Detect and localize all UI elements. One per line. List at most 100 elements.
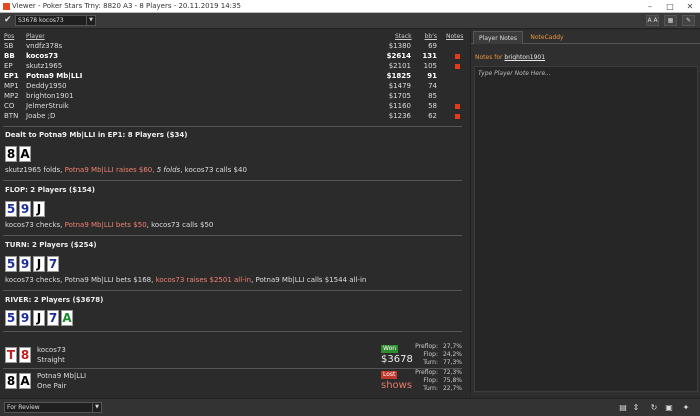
chevron-down-icon[interactable]: ▼ [86, 16, 95, 25]
divider [3, 235, 462, 236]
row-bbs: 62 [428, 112, 437, 120]
page-icon[interactable]: ▤ [617, 402, 629, 413]
divider [3, 331, 462, 332]
playing-card: 9 [19, 310, 31, 326]
header-notes[interactable]: Notes [446, 32, 463, 41]
twitter-icon[interactable]: ✦ [680, 402, 692, 413]
playing-card: J [33, 201, 45, 217]
result-badge: Won [381, 345, 399, 353]
title-bar: Viewer - Poker Stars Trny: 8820 A3 - 8 P… [0, 0, 700, 13]
equity-value: 72,3% [442, 369, 462, 376]
row-bbs: 69 [428, 42, 437, 50]
equity-value: 27,7% [442, 343, 462, 350]
minimize-button[interactable]: – [640, 0, 660, 13]
row-bbs: 74 [428, 82, 437, 90]
notes-for-label: Notes for brighton1901 [475, 54, 545, 61]
equity-label: Turn: [423, 359, 438, 366]
font-size-button[interactable]: A A [646, 15, 659, 26]
row-pos: CO [4, 102, 15, 110]
row-player[interactable]: JelmerStruik [26, 102, 69, 111]
divider [3, 290, 462, 291]
equity-label: Turn: [423, 385, 438, 392]
tab-notecaddy[interactable]: NoteCaddy [525, 31, 569, 44]
close-button[interactable]: ✕ [680, 0, 700, 13]
row-stack: $1705 [388, 92, 411, 100]
showdown-row: 8 A Potna9 Mb|LLI One Pair Lost shows Preflop:… [0, 369, 466, 394]
equity-label: Flop: [423, 377, 438, 384]
action-text: , kocos73 calls $50 [146, 221, 214, 229]
header-pos[interactable]: Pos [4, 32, 14, 41]
row-stack: $1825 [386, 72, 411, 80]
action-text: , Potna9 Mb|LLI calls $1544 all-in [251, 276, 367, 284]
note-flag-icon[interactable] [455, 54, 460, 59]
playing-card: J [33, 256, 45, 272]
player-note-input[interactable]: Type Player Note Here... [474, 66, 698, 392]
row-pos: BB [4, 52, 15, 60]
row-player[interactable]: Joabe ;D [26, 112, 55, 121]
row-pos: EP [4, 62, 13, 70]
playing-card: 9 [19, 256, 31, 272]
river-title: RIVER: 2 Players ($3678) [5, 296, 104, 304]
equity-label: Preflop: [415, 369, 438, 376]
row-player[interactable]: Deddy1950 [26, 82, 67, 91]
divider [3, 180, 462, 181]
grid-view-button[interactable]: ▦ [664, 15, 677, 26]
note-flag-icon[interactable] [455, 104, 460, 109]
equity-value: 24,2% [442, 351, 462, 358]
playing-card: A [61, 310, 73, 326]
review-select-value: For Review [7, 404, 40, 411]
action-text: skutz1965 folds, [5, 166, 65, 174]
action-text: 5 folds [156, 166, 181, 174]
row-stack: $1236 [388, 112, 411, 120]
tab-player-notes[interactable]: Player Notes [473, 31, 523, 44]
player-select[interactable]: S3678 kocos73 ▼ [15, 15, 96, 26]
header-bbs[interactable]: bb's [420, 32, 437, 41]
review-select[interactable]: For Review ▼ [4, 402, 102, 413]
row-player[interactable]: Potna9 Mb|LLI [26, 72, 82, 81]
refresh-icon[interactable]: ↻ [648, 402, 660, 413]
chevron-down-icon[interactable]: ▼ [92, 403, 101, 412]
edit-button[interactable]: ✎ [682, 15, 695, 26]
row-pos: BTN [4, 112, 19, 120]
note-flag-icon[interactable] [455, 64, 460, 69]
row-bbs: 58 [428, 102, 437, 110]
header-stack[interactable]: Stack [395, 32, 412, 41]
row-bbs: 85 [428, 92, 437, 100]
check-icon[interactable]: ✔ [4, 15, 14, 26]
playing-card: T [5, 347, 17, 363]
action-text: kocos73 checks, Potna9 Mb|LLI bets $168, [5, 276, 156, 284]
action-text: kocos73 raises $2501 all-in [155, 276, 252, 284]
row-bbs: 131 [422, 52, 437, 60]
row-player[interactable]: kocos73 [26, 52, 58, 61]
row-player[interactable]: skutz1965 [26, 62, 62, 71]
row-stack: $1160 [388, 102, 411, 110]
row-pos: EP1 [4, 72, 19, 80]
playing-card: A [19, 373, 31, 389]
row-player[interactable]: vndfz378s [26, 42, 62, 51]
action-text: Potna9 Mb|LLI raises $60, [64, 166, 157, 174]
app-logo-icon [3, 3, 10, 10]
notes-tabs: Player Notes NoteCaddy [471, 30, 700, 44]
notes-pane: Player Notes NoteCaddy Notes for brighto… [470, 30, 700, 396]
turn-actions: kocos73 checks, Potna9 Mb|LLI bets $168,… [5, 276, 366, 284]
playing-card: 7 [47, 310, 59, 326]
action-text: , kocos73 calls $40 [180, 166, 247, 174]
toolbar: ✔ S3678 kocos73 ▼ A A ▦ ✎ [0, 13, 700, 29]
save-icon[interactable]: ▣ [663, 402, 675, 413]
playing-card: A [19, 146, 31, 162]
row-player[interactable]: brighton1901 [26, 92, 73, 101]
notes-player-link[interactable]: brighton1901 [504, 54, 545, 61]
row-stack: $1380 [388, 42, 411, 50]
playing-card: 8 [5, 373, 17, 389]
equity-label: Preflop: [415, 343, 438, 350]
header-player[interactable]: Player [26, 32, 45, 41]
preflop-actions: skutz1965 folds, Potna9 Mb|LLI raises $6… [5, 166, 247, 174]
player-select-value: S3678 kocos73 [18, 17, 64, 24]
maximize-button[interactable]: □ [660, 0, 680, 13]
playing-card: 5 [5, 201, 17, 217]
playing-card: 9 [19, 201, 31, 217]
notes-for-text: Notes for [475, 54, 503, 61]
note-flag-icon[interactable] [455, 114, 460, 119]
equity-value: 22,7% [442, 385, 462, 392]
spinner-icon[interactable]: ⇕ [630, 402, 642, 413]
